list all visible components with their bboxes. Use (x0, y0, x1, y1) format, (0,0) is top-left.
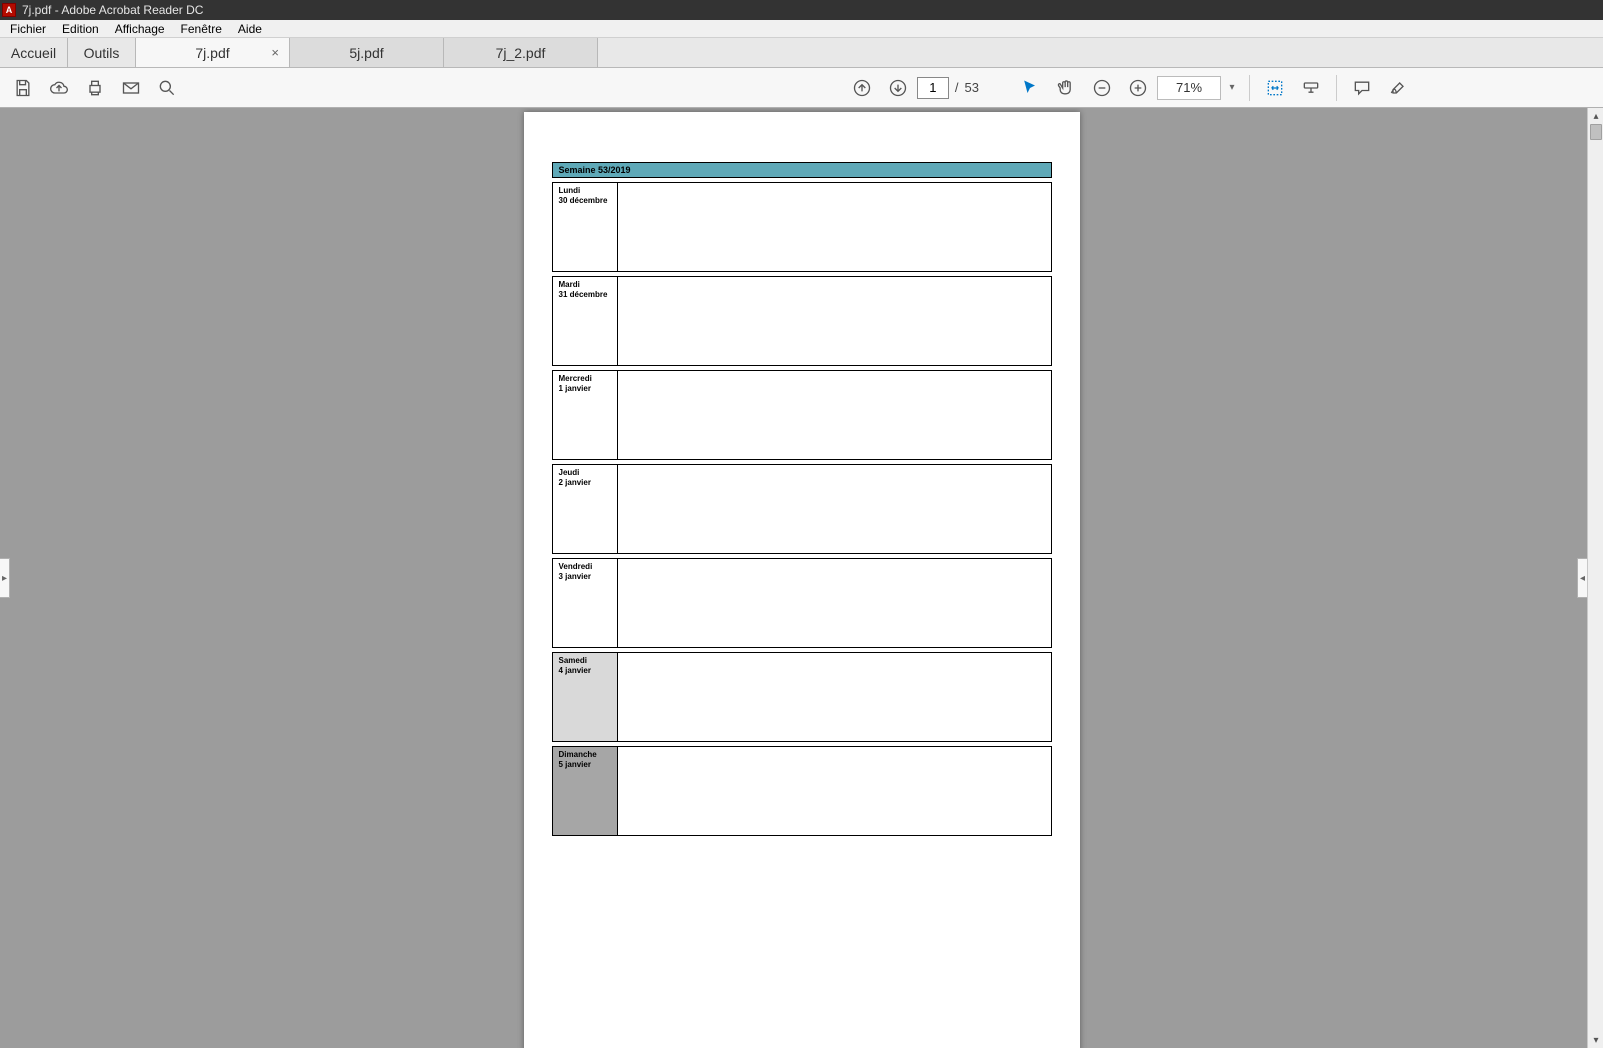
find-button[interactable] (150, 71, 184, 105)
day-label: Samedi4 janvier (553, 653, 618, 741)
right-panel-toggle[interactable]: ◂ (1577, 558, 1587, 598)
day-content (618, 371, 1051, 459)
day-label: Vendredi3 janvier (553, 559, 618, 647)
scroll-up-arrow[interactable]: ▴ (1588, 108, 1603, 124)
day-content (618, 747, 1051, 835)
toolbar: / 53 71% ▾ (0, 68, 1603, 108)
zoom-dropdown[interactable]: ▾ (1223, 76, 1241, 100)
day-name: Jeudi (559, 468, 611, 478)
day-row: Mardi31 décembre (552, 276, 1052, 366)
day-row: Samedi4 janvier (552, 652, 1052, 742)
menu-affichage[interactable]: Affichage (107, 22, 173, 36)
scroll-thumb[interactable] (1590, 124, 1602, 140)
day-date: 30 décembre (559, 196, 611, 206)
day-name: Samedi (559, 656, 611, 666)
tabs-row: Accueil Outils 7j.pdf × 5j.pdf 7j_2.pdf (0, 38, 1603, 68)
day-label: Dimanche5 janvier (553, 747, 618, 835)
tab-tools-label: Outils (84, 45, 120, 61)
email-button[interactable] (114, 71, 148, 105)
window-title: 7j.pdf - Adobe Acrobat Reader DC (22, 3, 203, 17)
day-row: Vendredi3 janvier (552, 558, 1052, 648)
menu-edition[interactable]: Edition (54, 22, 107, 36)
tab-file-0[interactable]: 7j.pdf × (136, 38, 290, 67)
menu-fenetre[interactable]: Fenêtre (173, 22, 230, 36)
zoom-in-button[interactable] (1121, 71, 1155, 105)
fit-width-button[interactable] (1258, 71, 1292, 105)
day-label: Lundi30 décembre (553, 183, 618, 271)
menu-aide[interactable]: Aide (230, 22, 270, 36)
day-content (618, 183, 1051, 271)
read-mode-button[interactable] (1294, 71, 1328, 105)
day-name: Dimanche (559, 750, 611, 760)
comment-button[interactable] (1345, 71, 1379, 105)
page-total: 53 (965, 80, 979, 95)
tab-home-label: Accueil (11, 45, 56, 61)
hand-tool-button[interactable] (1049, 71, 1083, 105)
close-icon[interactable]: × (271, 45, 279, 60)
day-label: Jeudi2 janvier (553, 465, 618, 553)
page-indicator: / 53 (917, 77, 979, 99)
day-content (618, 653, 1051, 741)
left-panel-toggle[interactable]: ▸ (0, 558, 10, 598)
day-label: Mercredi1 janvier (553, 371, 618, 459)
page-up-button[interactable] (845, 71, 879, 105)
day-label: Mardi31 décembre (553, 277, 618, 365)
day-date: 31 décembre (559, 290, 611, 300)
tab-file-1-label: 5j.pdf (349, 45, 383, 61)
day-name: Lundi (559, 186, 611, 196)
page-number-input[interactable] (917, 77, 949, 99)
page-sep: / (955, 80, 959, 95)
week-header: Semaine 53/2019 (552, 162, 1052, 178)
menu-fichier[interactable]: Fichier (2, 22, 54, 36)
day-content (618, 465, 1051, 553)
day-row: Jeudi2 janvier (552, 464, 1052, 554)
selection-tool-button[interactable] (1013, 71, 1047, 105)
sign-button[interactable] (1381, 71, 1415, 105)
day-name: Mardi (559, 280, 611, 290)
tab-file-0-label: 7j.pdf (195, 45, 229, 61)
page-down-button[interactable] (881, 71, 915, 105)
tab-file-2-label: 7j_2.pdf (496, 45, 546, 61)
save-button[interactable] (6, 71, 40, 105)
zoom-out-button[interactable] (1085, 71, 1119, 105)
pdf-page: Semaine 53/2019 Lundi30 décembreMardi31 … (524, 112, 1080, 1048)
day-date: 4 janvier (559, 666, 611, 676)
day-date: 1 janvier (559, 384, 611, 394)
day-date: 3 janvier (559, 572, 611, 582)
print-button[interactable] (78, 71, 112, 105)
day-row: Lundi30 décembre (552, 182, 1052, 272)
tab-home[interactable]: Accueil (0, 38, 68, 67)
day-name: Mercredi (559, 374, 611, 384)
window-titlebar: A 7j.pdf - Adobe Acrobat Reader DC (0, 0, 1603, 20)
cloud-upload-button[interactable] (42, 71, 76, 105)
toolbar-separator (1249, 75, 1250, 101)
document-area[interactable]: ▸ ◂ ▴ ▾ Semaine 53/2019 Lundi30 décembre… (0, 108, 1603, 1048)
day-row: Mercredi1 janvier (552, 370, 1052, 460)
day-content (618, 559, 1051, 647)
scroll-down-arrow[interactable]: ▾ (1588, 1032, 1603, 1048)
tab-file-2[interactable]: 7j_2.pdf (444, 38, 598, 67)
day-content (618, 277, 1051, 365)
day-date: 5 janvier (559, 760, 611, 770)
app-icon: A (2, 3, 16, 17)
tab-tools[interactable]: Outils (68, 38, 136, 67)
tab-file-1[interactable]: 5j.pdf (290, 38, 444, 67)
vertical-scrollbar[interactable]: ▴ ▾ (1587, 108, 1603, 1048)
day-date: 2 janvier (559, 478, 611, 488)
day-name: Vendredi (559, 562, 611, 572)
zoom-level-label: 71% (1176, 80, 1202, 95)
day-row: Dimanche5 janvier (552, 746, 1052, 836)
menubar: Fichier Edition Affichage Fenêtre Aide (0, 20, 1603, 38)
toolbar-separator (1336, 75, 1337, 101)
zoom-level[interactable]: 71% (1157, 76, 1221, 100)
